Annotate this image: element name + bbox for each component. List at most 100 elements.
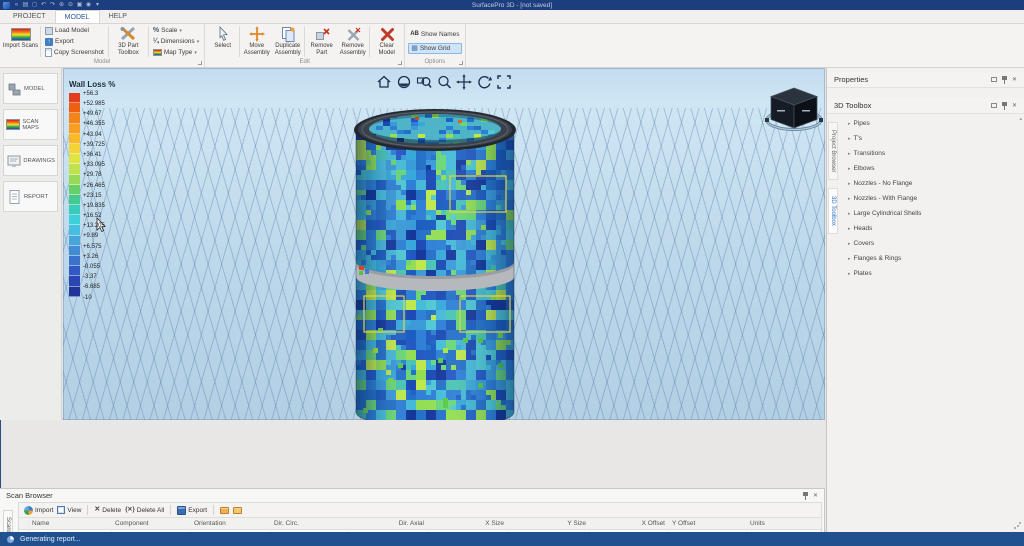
pan-icon[interactable] xyxy=(456,74,472,90)
column-header[interactable]: X Size xyxy=(428,518,508,529)
scroll-up-icon[interactable]: ▴ xyxy=(1019,116,1022,122)
tab-help[interactable]: HELP xyxy=(100,10,136,23)
toolbox-item[interactable]: ▸ Large Cylindrical Shells xyxy=(844,206,1020,221)
quick-access-icon[interactable]: ▾ xyxy=(94,1,101,9)
quick-access-icon[interactable]: ▣ xyxy=(76,1,83,9)
dialog-launcher-icon[interactable] xyxy=(459,61,463,65)
rotate-icon[interactable] xyxy=(476,74,492,90)
quick-access-icon[interactable]: ⊖ xyxy=(67,1,74,9)
column-header[interactable]: Y Offset xyxy=(669,518,747,529)
toolbox-item[interactable]: ▸ Nozzles - With Flange xyxy=(844,191,1020,206)
tab-3d-toolbox[interactable]: 3D Toolbox xyxy=(828,188,838,234)
load-model-icon xyxy=(45,27,53,35)
float-window-icon[interactable] xyxy=(991,103,997,108)
column-header[interactable]: Y Size xyxy=(508,518,590,529)
column-header[interactable]: Dir. Axial xyxy=(349,518,428,529)
paste-scan-icon[interactable] xyxy=(233,507,242,514)
dimensions-dropdown[interactable]: ¼ Dimensions ▾ xyxy=(151,36,201,47)
zoom-icon[interactable] xyxy=(436,74,452,90)
float-window-icon[interactable] xyxy=(991,77,997,82)
close-icon[interactable]: ✕ xyxy=(813,493,818,499)
nav-cube[interactable] xyxy=(765,88,823,130)
dialog-launcher-icon[interactable] xyxy=(198,61,202,65)
pin-icon[interactable] xyxy=(1002,76,1007,84)
toolbox-item[interactable]: ▸ Pipes xyxy=(844,116,1020,131)
toolbox-item[interactable]: ▸ Elbows xyxy=(844,161,1020,176)
scale-dropdown[interactable]: % Scale ▾ xyxy=(151,25,201,36)
quick-access-icon[interactable]: ↷ xyxy=(49,1,56,9)
column-header[interactable]: Units xyxy=(747,518,821,529)
remove-assembly-button[interactable]: Remove Assembly xyxy=(337,25,368,58)
quick-access-icon[interactable]: ◻ xyxy=(31,1,38,9)
legend-color-segment xyxy=(69,287,80,297)
view-mode-icon[interactable] xyxy=(396,74,412,90)
toolbox-item[interactable]: ▸ Heads xyxy=(844,221,1020,236)
quick-access-icon[interactable]: ⊕ xyxy=(58,1,65,9)
export-button[interactable]: ↑ Export xyxy=(43,36,106,47)
select-button[interactable]: Select xyxy=(207,25,238,58)
scan-browser-title: Scan Browser xyxy=(6,491,53,500)
remove-part-button[interactable]: Remove Part xyxy=(306,25,337,58)
scale-icon: % xyxy=(153,27,159,34)
delete-all-button[interactable]: {✕} Delete All xyxy=(125,506,164,514)
close-icon[interactable]: ✕ xyxy=(1012,77,1017,83)
column-header[interactable]: Name xyxy=(29,518,112,529)
sidebar-item-scan-maps[interactable]: SCAN MAPS xyxy=(3,109,58,140)
show-names-icon: AB xyxy=(410,31,419,37)
3d-viewport[interactable]: Wall Loss % +56.3+52.985+49.67+46.355+43… xyxy=(63,68,825,420)
import-scans-button[interactable]: Import Scans xyxy=(2,25,39,58)
quick-access-icon[interactable]: « xyxy=(13,1,20,9)
dialog-launcher-icon[interactable] xyxy=(398,61,402,65)
toolbox-item[interactable]: ▸ Flanges & Rings xyxy=(844,251,1020,266)
toolbox-item[interactable]: ▸ Nozzles - No Flange xyxy=(844,176,1020,191)
3d-scene[interactable] xyxy=(63,68,825,420)
tab-project-browser[interactable]: Project Browser xyxy=(828,122,838,180)
quick-access-icon[interactable]: ◉ xyxy=(85,1,92,9)
map-type-dropdown[interactable]: Map Type ▾ xyxy=(151,47,201,58)
column-header[interactable]: Dir. Circ. xyxy=(271,518,349,529)
pin-icon[interactable] xyxy=(1002,102,1007,110)
legend-tick-label: +43.04 xyxy=(83,130,105,140)
toolbox-item[interactable]: ▸ Covers xyxy=(844,236,1020,251)
tab-project[interactable]: PROJECT xyxy=(4,10,55,23)
quick-access-icon[interactable]: ▤ xyxy=(22,1,29,9)
fit-view-icon[interactable] xyxy=(496,74,512,90)
toolbox-item[interactable]: ▸ Transitions xyxy=(844,146,1020,161)
show-grid-icon: ▦ xyxy=(411,45,418,53)
clear-model-button[interactable]: Clear Model xyxy=(371,25,402,58)
resize-grip[interactable] xyxy=(1014,522,1021,529)
import-button[interactable]: Import xyxy=(24,506,53,515)
toolbox-item[interactable]: ▸ Plates xyxy=(844,266,1020,281)
column-header[interactable]: Component xyxy=(112,518,191,529)
home-icon[interactable] xyxy=(376,74,392,90)
viewport-toolbar xyxy=(376,74,512,90)
toolbox-item-label: Pipes xyxy=(854,120,870,127)
close-icon[interactable]: ✕ xyxy=(1012,103,1017,109)
copy-screenshot-button[interactable]: Copy Screenshot xyxy=(43,47,106,58)
legend-color-segment xyxy=(69,246,80,256)
expander-arrow-icon: ▸ xyxy=(848,211,851,217)
export-button[interactable]: Export xyxy=(177,506,207,515)
toolbox-item[interactable]: ▸ T's xyxy=(844,131,1020,146)
show-names-toggle[interactable]: AB Show Names xyxy=(408,29,461,40)
vessel-body[interactable] xyxy=(356,110,516,420)
column-header[interactable]: X Offset xyxy=(590,518,669,529)
move-assembly-button[interactable]: Move Assembly xyxy=(241,25,272,58)
column-header[interactable]: Orientation xyxy=(191,518,271,529)
sidebar-item-report[interactable]: REPORT xyxy=(3,181,58,212)
copy-scan-icon[interactable] xyxy=(220,507,229,514)
sidebar-item-model[interactable]: MODEL xyxy=(3,73,58,104)
sidebar-item-drawings[interactable]: DRAWINGS xyxy=(3,145,58,176)
legend-tick-label: -6.685 xyxy=(83,282,105,292)
duplicate-assembly-button[interactable]: Duplicate Assembly xyxy=(272,25,303,58)
show-grid-toggle[interactable]: ▦ Show Grid xyxy=(408,43,461,54)
toolbox-item-label: T's xyxy=(854,135,862,142)
tab-model[interactable]: MODEL xyxy=(55,10,100,23)
load-model-button[interactable]: Load Model xyxy=(43,25,106,36)
pin-icon[interactable] xyxy=(803,492,808,500)
zoom-window-icon[interactable] xyxy=(416,74,432,90)
view-button[interactable]: View xyxy=(57,506,81,514)
quick-access-icon[interactable]: ↶ xyxy=(40,1,47,9)
3d-part-toolbox-button[interactable]: 3D Part Toolbox xyxy=(110,25,147,58)
delete-button[interactable]: ✕ Delete xyxy=(94,506,121,514)
